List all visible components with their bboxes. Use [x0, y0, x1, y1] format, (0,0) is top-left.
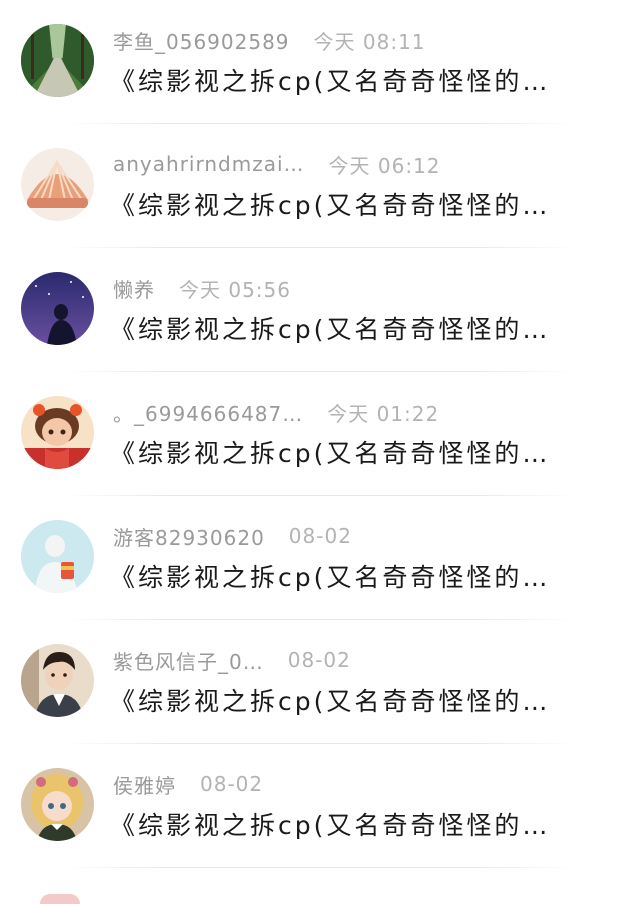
conversation-meta: 懒养 今天 05:56: [113, 272, 291, 304]
message-time: 08-02: [287, 648, 351, 672]
anime-doll-avatar[interactable]: [21, 768, 94, 841]
conversation-row[interactable]: 侯雅婷 08-02 《综影视之拆cp(又名奇奇怪怪的…: [0, 744, 640, 868]
message-time: 08-02: [288, 524, 352, 548]
conversation-meta: 李鱼_056902589 今天 08:11: [113, 24, 426, 56]
message-preview: 《综影视之拆cp(又名奇奇怪怪的…: [110, 439, 551, 468]
sender-name: 侯雅婷: [113, 773, 176, 798]
message-preview: 《综影视之拆cp(又名奇奇怪怪的…: [110, 563, 551, 592]
conversation-row[interactable]: anyahrirndmzai… 今天 06:12 《综影视之拆cp(又名奇奇怪怪…: [0, 124, 640, 248]
conversation-list: 李鱼_056902589 今天 08:11 《综影视之拆cp(又名奇奇怪怪的… …: [0, 0, 640, 868]
message-time: 今天 05:56: [179, 277, 291, 302]
seashell-avatar[interactable]: [21, 148, 94, 221]
conversation-meta: 游客82930620 08-02: [113, 520, 352, 552]
conversation-meta: 紫色风信子_0… 08-02: [113, 644, 351, 676]
conversation-row[interactable]: 懒养 今天 05:56 《综影视之拆cp(又名奇奇怪怪的…: [0, 248, 640, 372]
sender-name: 紫色风信子_0…: [113, 649, 264, 674]
conversation-meta: 侯雅婷 08-02: [113, 768, 263, 800]
conversation-meta: anyahrirndmzai… 今天 06:12: [113, 148, 441, 180]
message-preview: 《综影视之拆cp(又名奇奇怪怪的…: [110, 191, 551, 220]
night-sky-silhouette-avatar[interactable]: [21, 272, 94, 345]
conversation-row[interactable]: 紫色风信子_0… 08-02 《综影视之拆cp(又名奇奇怪怪的…: [0, 620, 640, 744]
sender-name: 李鱼_056902589: [113, 29, 290, 54]
sender-name: 游客82930620: [113, 525, 265, 550]
message-time: 今天 01:22: [327, 401, 440, 426]
sender-name: 。_6994666487…: [113, 401, 304, 426]
row-divider: [66, 867, 574, 868]
conversation-row[interactable]: 游客82930620 08-02 《综影视之拆cp(又名奇奇怪怪的…: [0, 496, 640, 620]
message-time: 今天 08:11: [313, 29, 426, 54]
message-preview: 《综影视之拆cp(又名奇奇怪怪的…: [110, 67, 551, 96]
conversation-row[interactable]: 李鱼_056902589 今天 08:11 《综影视之拆cp(又名奇奇怪怪的…: [0, 0, 640, 124]
young-man-portrait-avatar[interactable]: [21, 644, 94, 717]
sender-name: 懒养: [113, 277, 155, 302]
cartoon-girl-avatar[interactable]: [21, 396, 94, 469]
message-preview: 《综影视之拆cp(又名奇奇怪怪的…: [110, 315, 551, 344]
next-avatar-edge: [40, 894, 80, 904]
sender-name: anyahrirndmzai…: [113, 152, 305, 176]
message-preview: 《综影视之拆cp(又名奇奇怪怪的…: [110, 811, 551, 840]
conversation-row[interactable]: 。_6994666487… 今天 01:22 《综影视之拆cp(又名奇奇怪怪的…: [0, 372, 640, 496]
message-preview: 《综影视之拆cp(又名奇奇怪怪的…: [110, 687, 551, 716]
message-time: 今天 06:12: [328, 153, 441, 178]
conversation-meta: 。_6994666487… 今天 01:22: [113, 396, 439, 428]
message-time: 08-02: [200, 772, 264, 796]
girl-with-snack-avatar[interactable]: [21, 520, 94, 593]
forest-road-avatar[interactable]: [21, 24, 94, 97]
